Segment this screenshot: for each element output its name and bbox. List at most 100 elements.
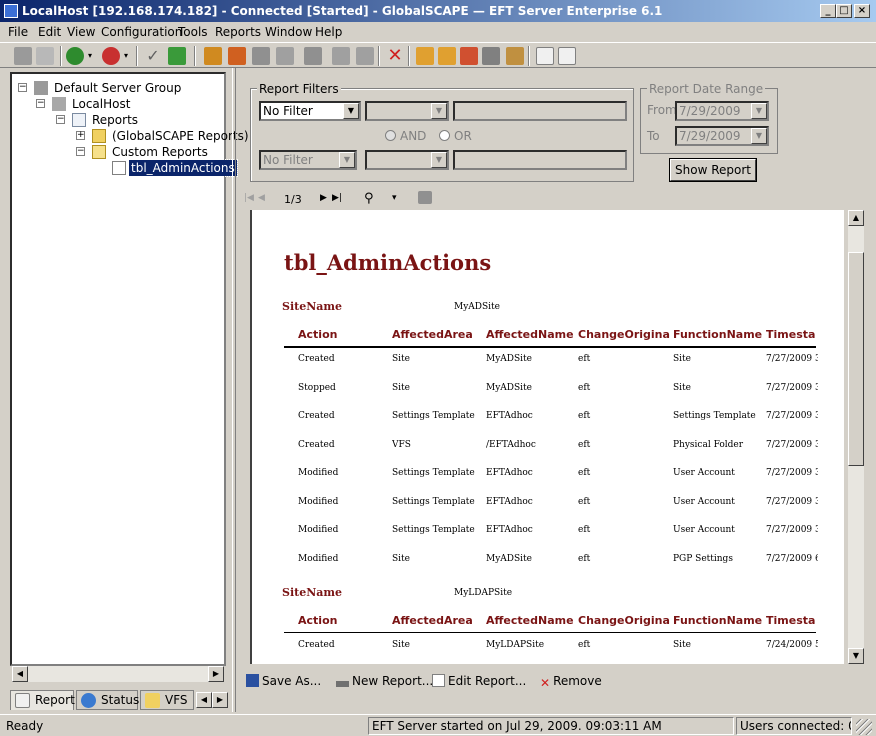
report-icon[interactable]: [460, 47, 478, 65]
start-server-icon[interactable]: [66, 47, 84, 65]
tree-view[interactable]: − Default Server Group − LocalHost − Rep…: [10, 72, 249, 666]
close-button[interactable]: ×: [854, 4, 870, 18]
cell-change-originator: eft: [578, 554, 591, 564]
save-as-button[interactable]: Save As...: [246, 674, 321, 688]
window-title: LocalHost [192.168.174.182] - Connected …: [22, 4, 663, 18]
users-connected: Users connected: 0: [736, 717, 852, 735]
scroll-right-icon[interactable]: ▶: [208, 666, 224, 682]
new-group-icon[interactable]: [228, 47, 246, 65]
resize-grip-icon[interactable]: [856, 719, 872, 735]
cell-affected-area: Site: [392, 640, 410, 650]
zoom-icon[interactable]: ⚲: [364, 191, 374, 206]
tools-icon[interactable]: [506, 47, 524, 65]
from-label: From: [647, 103, 677, 117]
report-vertical-scrollbar[interactable]: ▲ ▼: [848, 210, 864, 664]
filter2-operator-select: ▼: [365, 150, 449, 170]
next-page-icon[interactable]: ▶: [320, 193, 327, 203]
first-page-icon[interactable]: |◀: [244, 193, 254, 203]
status-bar: Ready EFT Server started on Jul 29, 2009…: [0, 714, 876, 736]
new-site-icon[interactable]: [332, 47, 350, 65]
edit-report-button[interactable]: Edit Report...: [432, 674, 526, 688]
expand-icon[interactable]: +: [76, 131, 85, 140]
collapse-icon[interactable]: −: [76, 147, 85, 156]
tab-scroll-left-icon[interactable]: ◀: [196, 692, 212, 708]
title-bar: LocalHost [192.168.174.182] - Connected …: [0, 0, 876, 22]
new-report-icon[interactable]: [536, 47, 554, 65]
tree-horizontal-scrollbar[interactable]: ◀ ▶: [12, 666, 224, 682]
cell-affected-name: MyLDAPSite: [486, 640, 545, 650]
cell-action: Created: [298, 411, 335, 421]
collapse-icon[interactable]: −: [18, 83, 27, 92]
cell-action: Created: [298, 354, 335, 364]
tab-vfs[interactable]: VFS: [140, 690, 194, 710]
new-user-icon[interactable]: [204, 47, 222, 65]
print-icon[interactable]: [418, 191, 432, 204]
report-icon[interactable]: [416, 47, 434, 65]
menu-reports[interactable]: Reports: [215, 25, 261, 39]
new-report-button[interactable]: New Report...: [336, 674, 433, 688]
cell-action: Modified: [298, 468, 339, 478]
splitter[interactable]: [232, 68, 236, 712]
menu-tools[interactable]: Tools: [178, 25, 208, 39]
toolbar: ▾ ▾ ✓ ✕: [0, 42, 876, 68]
minimize-button[interactable]: _: [820, 4, 836, 18]
menu-configuration[interactable]: Configuration: [101, 25, 182, 39]
filter1-select[interactable]: No Filter ▼: [259, 101, 361, 121]
column-header: Action: [298, 614, 338, 627]
connect-icon[interactable]: [14, 47, 32, 65]
scroll-down-icon[interactable]: ▼: [848, 648, 864, 664]
delete-icon[interactable]: ✕: [386, 47, 404, 65]
scroll-up-icon[interactable]: ▲: [848, 210, 864, 226]
maximize-button[interactable]: □: [836, 4, 852, 18]
tab-scroll-right-icon[interactable]: ▶: [212, 692, 228, 708]
status-tab-icon: [81, 693, 96, 708]
filter1-value-input: [453, 101, 627, 121]
cell-function-name: Settings Template: [673, 411, 756, 421]
collapse-icon[interactable]: −: [56, 115, 65, 124]
tab-report[interactable]: Report: [10, 690, 75, 710]
user-template-icon[interactable]: [304, 47, 322, 65]
disconnect-icon[interactable]: [36, 47, 54, 65]
report-filters-title: Report Filters: [257, 82, 341, 96]
scroll-left-icon[interactable]: ◀: [12, 666, 28, 682]
cell-affected-area: Settings Template: [392, 497, 475, 507]
cell-affected-area: Site: [392, 554, 410, 564]
report-tab-icon: [15, 693, 30, 708]
collapse-icon[interactable]: −: [36, 99, 45, 108]
report-actions-bar: Save As... New Report... Edit Report... …: [240, 672, 860, 694]
report-icon[interactable]: [438, 47, 456, 65]
scroll-thumb[interactable]: [848, 252, 864, 466]
chevron-down-icon: ▼: [431, 103, 447, 119]
log-icon[interactable]: [482, 47, 500, 65]
new-folder-icon[interactable]: [356, 47, 374, 65]
remove-button[interactable]: ✕ Remove: [540, 674, 602, 690]
show-report-button[interactable]: Show Report: [670, 159, 756, 181]
zoom-dropdown-icon[interactable]: ▾: [392, 193, 397, 203]
user-icon[interactable]: [252, 47, 270, 65]
column-header: AffectedName: [486, 328, 574, 341]
settings-icon[interactable]: [276, 47, 294, 65]
cell-affected-area: Settings Template: [392, 525, 475, 535]
last-page-icon[interactable]: ▶|: [332, 193, 342, 203]
menu-window[interactable]: Window: [265, 25, 312, 39]
cell-function-name: Site: [673, 383, 691, 393]
cell-affected-area: Site: [392, 383, 410, 393]
dropdown-icon[interactable]: ▾: [88, 47, 96, 65]
column-header: ChangeOriginato: [578, 328, 670, 341]
apply-icon[interactable]: ✓: [144, 47, 162, 65]
menu-view[interactable]: View: [67, 25, 95, 39]
tab-status[interactable]: Status: [76, 690, 139, 710]
stop-server-icon[interactable]: [102, 47, 120, 65]
cell-timestamp: 7/27/2009 3: [766, 440, 818, 450]
refresh-icon[interactable]: [168, 47, 186, 65]
previous-page-icon[interactable]: ◀: [258, 193, 265, 203]
menu-help[interactable]: Help: [315, 25, 342, 39]
status-message: EFT Server started on Jul 29, 2009. 09:0…: [368, 717, 734, 735]
cell-affected-name: EFTAdhoc: [486, 411, 533, 421]
menu-edit[interactable]: Edit: [38, 25, 61, 39]
edit-report-icon[interactable]: [558, 47, 576, 65]
dropdown-icon[interactable]: ▾: [124, 47, 132, 65]
cell-change-originator: eft: [578, 383, 591, 393]
menu-file[interactable]: File: [8, 25, 28, 39]
vfs-tab-icon: [145, 693, 160, 708]
